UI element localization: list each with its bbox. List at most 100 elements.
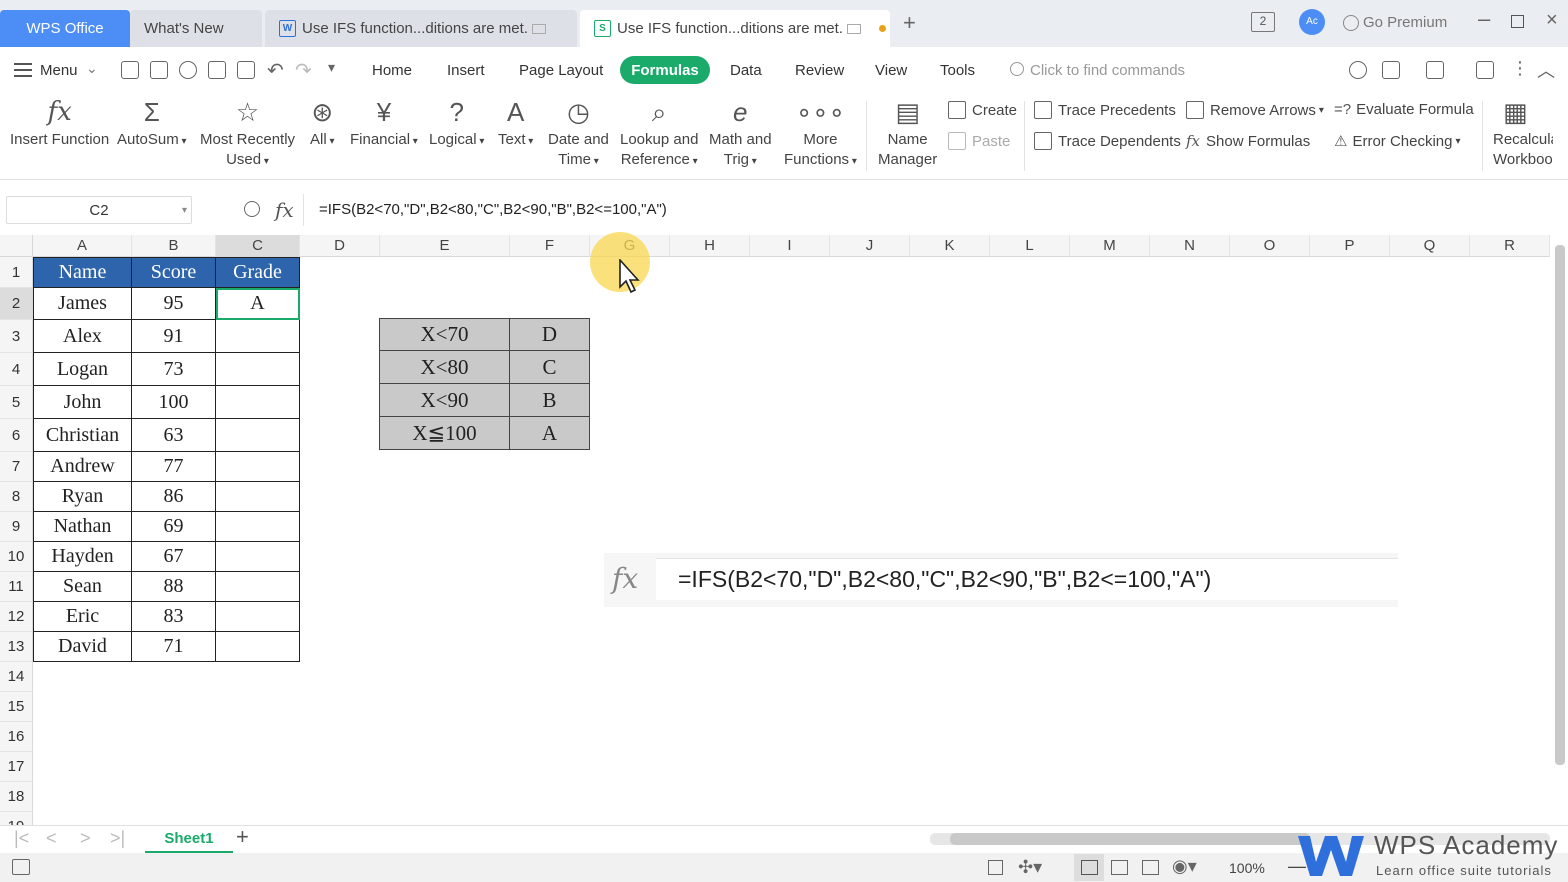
most-recently-used-button[interactable]: ☆ Most Recently Used ▾ [200,97,295,172]
table-cell[interactable]: 67 [132,542,216,572]
text-functions-button[interactable]: A Text ▾ [498,97,533,152]
tab-document-1[interactable]: W Use IFS function...ditions are met. [265,10,577,47]
sheet-tab-sheet1[interactable]: Sheet1 [145,826,233,853]
grade-table-cell[interactable]: X<70 [379,318,510,351]
add-sheet-plus-icon[interactable]: + [236,824,249,850]
fx-icon[interactable]: fx [275,198,294,222]
table-cell[interactable]: Ryan [33,482,132,512]
row-header-2[interactable]: 2 [0,288,33,320]
math-trig-button[interactable]: e Math and Trig ▾ [709,97,772,172]
collapse-ribbon-icon[interactable]: ︿ [1537,57,1555,83]
table-cell[interactable]: James [33,288,132,320]
table-cell[interactable]: A [216,288,300,320]
column-header-j[interactable]: J [830,235,910,257]
formula-input[interactable]: =IFS(B2<70,"D",B2<80,"C",B2<90,"B",B2<=1… [303,194,1568,226]
page-layout-view-icon[interactable] [1142,860,1159,875]
collaborate-icon[interactable] [1426,61,1444,79]
table-cell[interactable] [216,602,300,632]
table-cell[interactable]: 77 [132,452,216,482]
eye-protection-icon[interactable]: ◉▾ [1172,856,1197,877]
row-header-5[interactable]: 5 [0,386,33,419]
close-icon[interactable]: × [1546,9,1558,32]
row-header-15[interactable]: 15 [0,692,33,722]
freeze-panes-icon[interactable]: ✣▾ [1018,857,1042,878]
format-painter-icon[interactable] [179,61,197,79]
comment-icon[interactable] [1476,61,1494,79]
recalculate-workbook-button[interactable]: ▦ Recalcula Workboo [1493,97,1553,170]
export-icon[interactable] [1382,61,1400,79]
table-cell[interactable] [216,386,300,419]
chevron-down-icon[interactable]: ▾ [182,205,187,216]
open-folder-icon[interactable] [121,61,139,79]
more-functions-button[interactable]: ∘∘∘ More Functions ▾ [784,97,857,172]
hamburger-icon[interactable] [14,63,32,77]
column-header-d[interactable]: D [300,235,380,257]
column-header-k[interactable]: K [910,235,990,257]
grade-table-cell[interactable]: X<80 [379,351,510,384]
grade-table-cell[interactable]: D [510,318,590,351]
grade-table-cell[interactable]: X≦100 [379,417,510,450]
row-header-3[interactable]: 3 [0,320,33,353]
print-icon[interactable] [208,61,226,79]
table-cell[interactable]: 86 [132,482,216,512]
name-manager-button[interactable]: ▤ Name Manager [878,97,937,170]
table-header-cell[interactable]: Score [132,257,216,288]
zoom-search-icon[interactable] [244,201,260,217]
reading-mode-icon[interactable] [988,860,1003,875]
table-cell[interactable]: 100 [132,386,216,419]
prev-sheet-icon[interactable]: < [46,828,57,849]
chevron-down-icon[interactable]: ⌄ [86,60,98,77]
tab-view[interactable]: View [875,62,907,79]
last-sheet-icon[interactable]: >| [110,828,125,849]
save-icon[interactable] [150,61,168,79]
table-cell[interactable]: Hayden [33,542,132,572]
table-header-cell[interactable]: Grade [216,257,300,288]
table-cell[interactable]: David [33,632,132,662]
table-header-cell[interactable]: Name [33,257,132,288]
column-header-n[interactable]: N [1150,235,1230,257]
table-cell[interactable] [216,353,300,386]
table-cell[interactable]: 73 [132,353,216,386]
go-premium-button[interactable]: Go Premium [1343,14,1447,31]
normal-view-button[interactable] [1074,854,1104,881]
table-cell[interactable] [216,482,300,512]
table-cell[interactable]: 63 [132,419,216,452]
table-cell[interactable] [216,632,300,662]
share-user-icon[interactable] [1349,61,1367,79]
table-cell[interactable] [216,419,300,452]
row-header-10[interactable]: 10 [0,542,33,572]
row-header-8[interactable]: 8 [0,482,33,512]
customize-dropdown-icon[interactable]: ▾ [328,59,335,76]
table-cell[interactable]: 91 [132,320,216,353]
insert-function-button[interactable]: fx Insert Function [10,97,109,150]
table-cell[interactable] [216,320,300,353]
column-header-m[interactable]: M [1070,235,1150,257]
select-all-corner[interactable] [0,235,33,257]
column-header-q[interactable]: Q [1390,235,1470,257]
table-cell[interactable]: Sean [33,572,132,602]
grade-table-cell[interactable]: B [510,384,590,417]
table-cell[interactable]: John [33,386,132,419]
table-cell[interactable] [216,452,300,482]
row-header-7[interactable]: 7 [0,452,33,482]
command-search-input[interactable]: Click to find commands [1030,62,1185,79]
macro-record-icon[interactable] [12,859,30,875]
autosum-button[interactable]: Σ AutoSum ▾ [117,97,187,152]
row-header-4[interactable]: 4 [0,353,33,386]
avatar[interactable]: Ac [1299,9,1325,35]
more-options-icon[interactable]: ⋮ [1511,58,1529,79]
row-header-16[interactable]: 16 [0,722,33,752]
vertical-scrollbar[interactable] [1555,245,1565,765]
tab-tools[interactable]: Tools [940,62,975,79]
next-sheet-icon[interactable]: > [80,828,91,849]
minimize-icon[interactable]: – [1478,6,1490,32]
zoom-level[interactable]: 100% [1229,860,1265,876]
page-break-view-icon[interactable] [1111,860,1128,875]
redo-icon[interactable]: ↷ [295,58,312,83]
table-cell[interactable]: Andrew [33,452,132,482]
print-preview-icon[interactable] [237,61,255,79]
grade-table-cell[interactable]: A [510,417,590,450]
tab-document-2-active[interactable]: S Use IFS function...ditions are met. [580,10,890,47]
lookup-reference-button[interactable]: ⌕ Lookup and Reference ▾ [620,97,698,172]
column-header-p[interactable]: P [1310,235,1390,257]
